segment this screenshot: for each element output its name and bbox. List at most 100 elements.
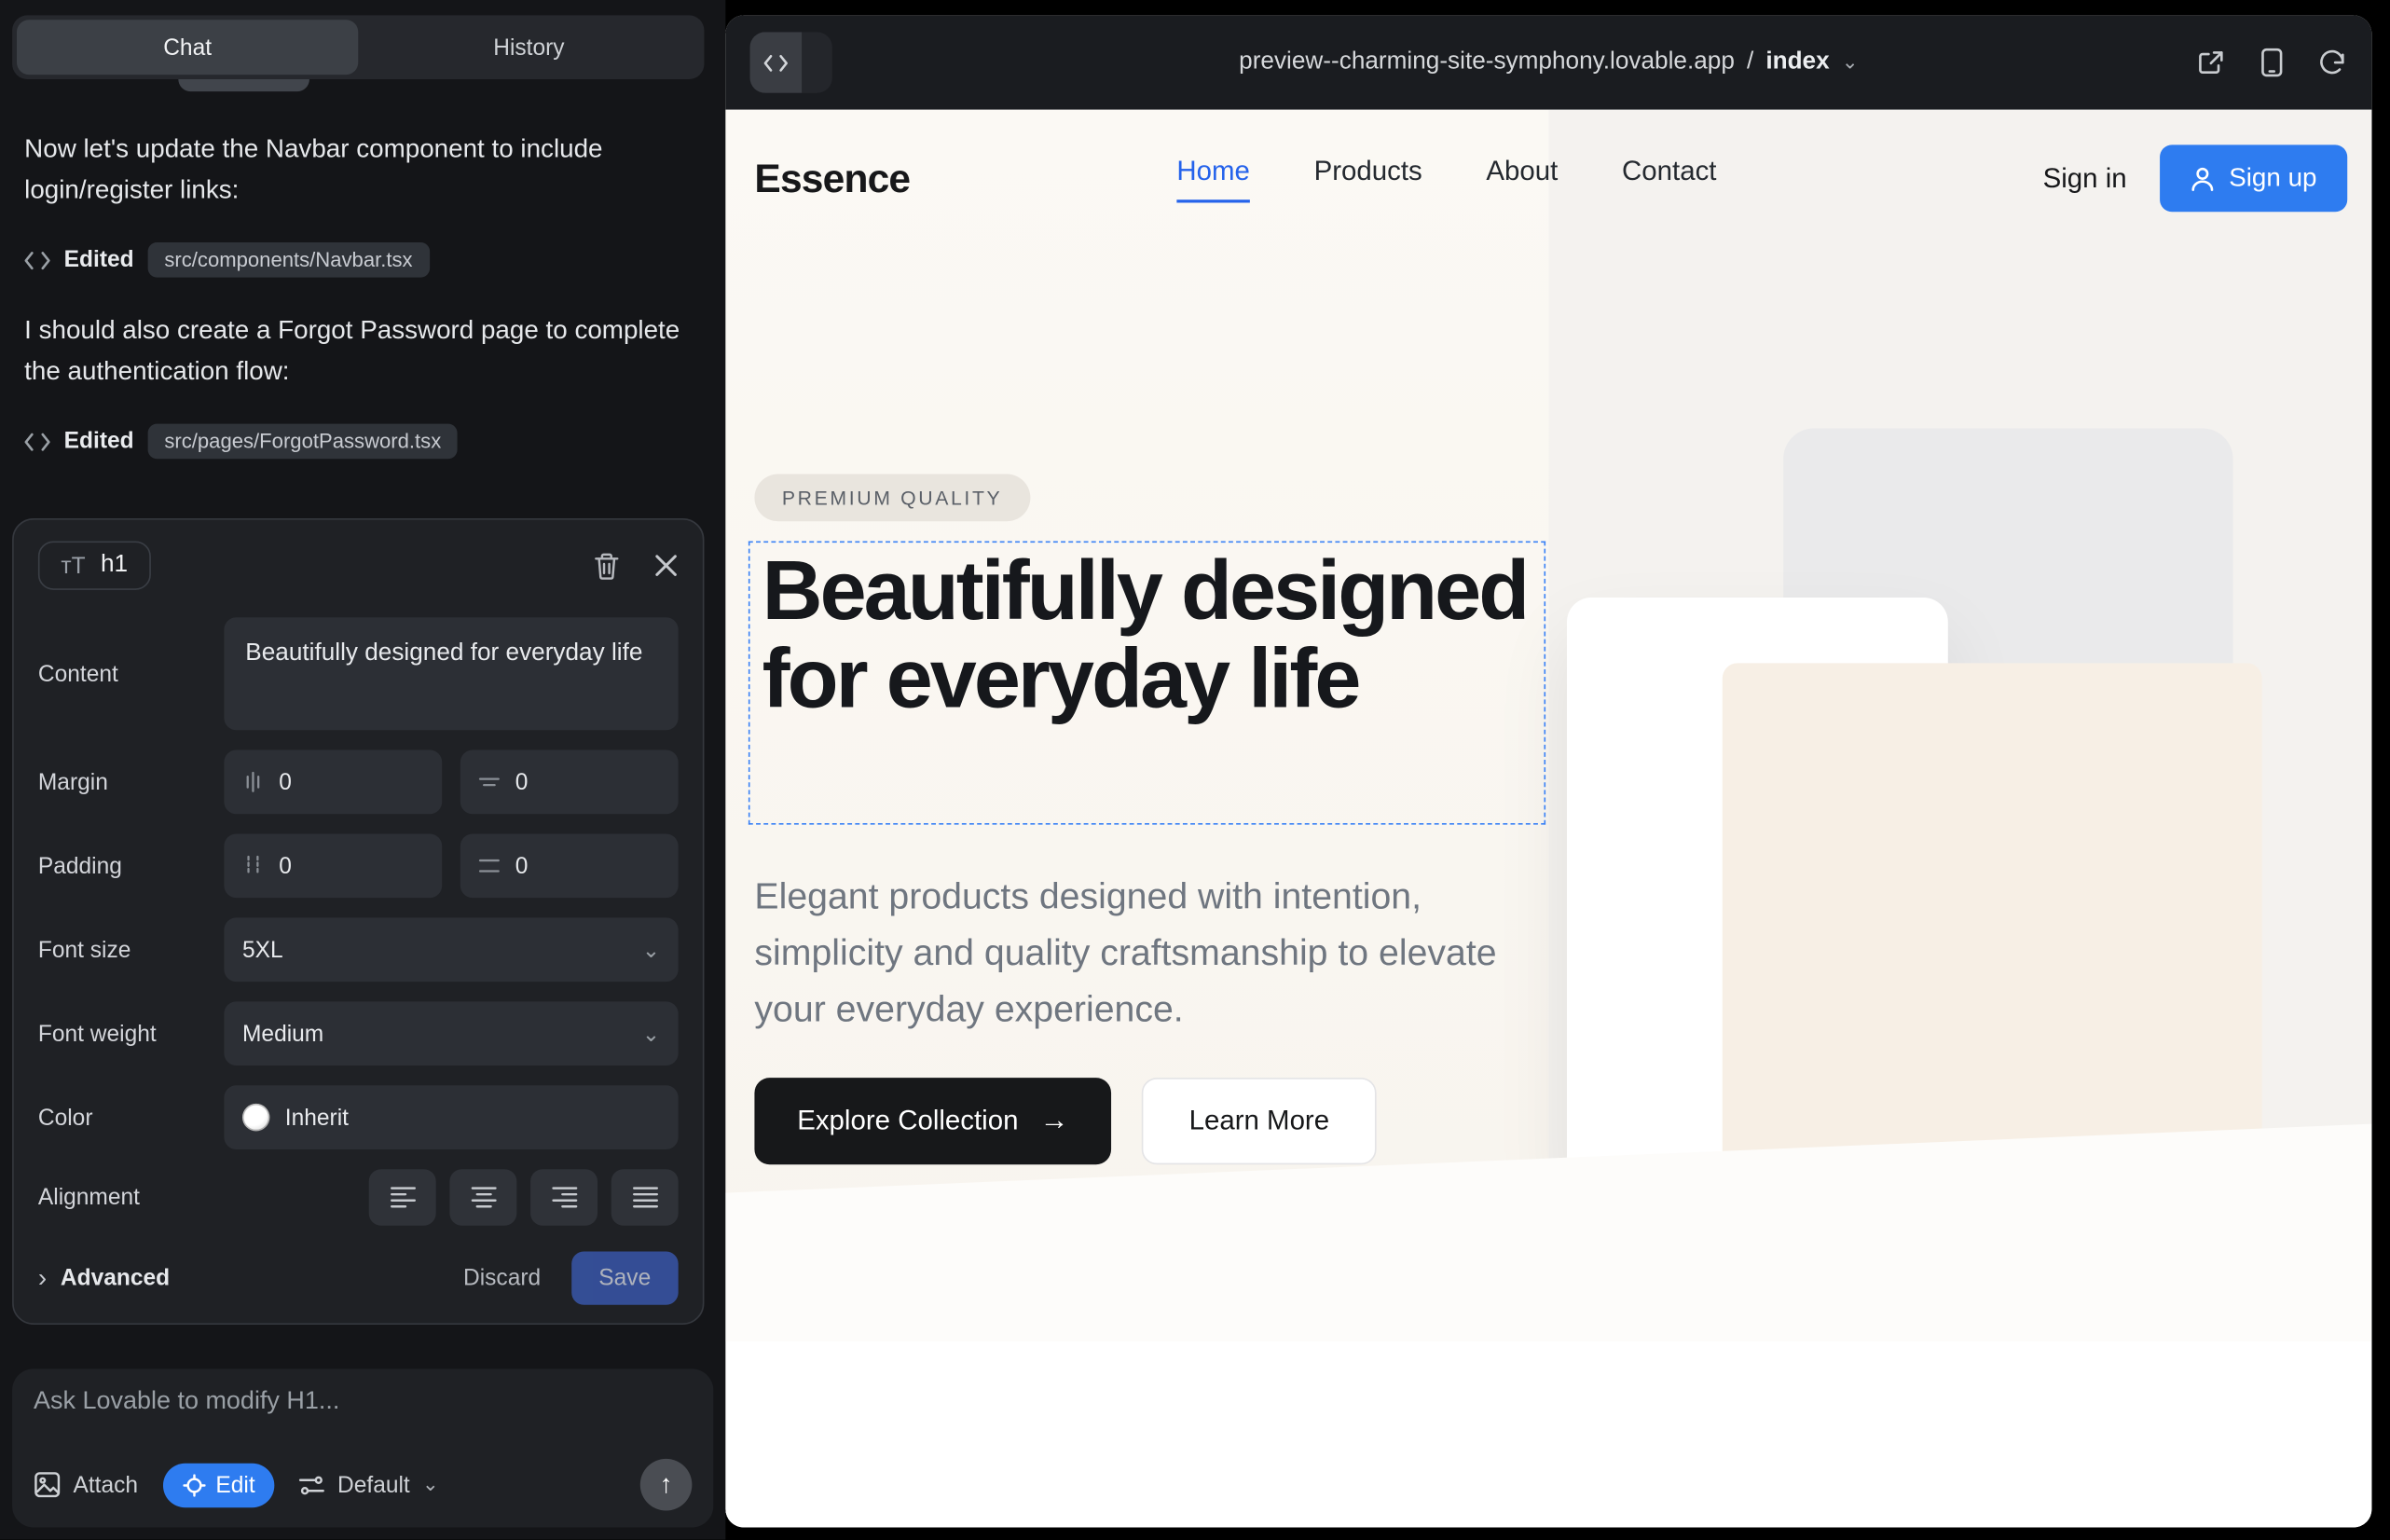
model-default-button[interactable]: Default ⌄ [299, 1472, 439, 1498]
site-body-area [725, 1341, 2371, 1527]
edited-file-chip[interactable]: src/components/Navbar.tsx [147, 242, 429, 278]
align-left-icon [390, 1186, 416, 1209]
chevron-down-icon: ⌄ [642, 937, 660, 963]
nav-link-contact[interactable]: Contact [1622, 155, 1716, 202]
edit-mode-button[interactable]: Edit [162, 1463, 275, 1506]
hero-paragraph: Elegant products designed with intention… [754, 869, 1517, 1038]
selected-element-pill[interactable]: тT h1 [38, 541, 151, 589]
code-icon [24, 431, 50, 452]
save-button[interactable]: Save [571, 1252, 679, 1305]
hero-section: PREMIUM QUALITY Beautifully designed for… [725, 110, 2371, 1341]
color-swatch-icon [242, 1104, 269, 1131]
margin-vertical-input[interactable]: 0 [224, 750, 442, 815]
color-select[interactable]: Inherit [224, 1085, 678, 1149]
url-bar[interactable]: preview--charming-site-symphony.lovable.… [1239, 48, 1858, 76]
chevron-down-icon: ⌄ [422, 1473, 439, 1497]
align-left-button[interactable] [369, 1169, 436, 1226]
tab-chat[interactable]: Chat [17, 20, 358, 75]
premium-badge: PREMIUM QUALITY [754, 474, 1029, 522]
chat-composer: Attach Edit Default ⌄ [12, 1368, 713, 1527]
margin-vertical-value: 0 [279, 769, 292, 795]
trash-icon [593, 551, 620, 580]
hero-heading[interactable]: Beautifully designed for everyday life [762, 545, 1532, 722]
sliders-icon [299, 1473, 325, 1496]
send-button[interactable]: ↑ [640, 1459, 693, 1511]
selected-element-tag: h1 [101, 552, 128, 579]
sign-up-button[interactable]: Sign up [2161, 144, 2348, 212]
chat-message: I should also create a Forgot Password p… [24, 309, 680, 392]
explore-collection-button[interactable]: Explore Collection → [754, 1078, 1111, 1164]
typography-icon: тT [61, 553, 85, 579]
horizontal-padding-icon [478, 855, 500, 876]
font-size-select[interactable]: 5XL ⌄ [224, 917, 678, 982]
chevron-down-icon: ⌄ [1842, 50, 1859, 75]
edited-label: Edited [64, 428, 134, 454]
device-mobile-icon [2260, 48, 2284, 78]
nav-links: Home Products About Contact [1176, 155, 1716, 202]
alignment-field-label: Alignment [38, 1185, 224, 1211]
padding-vertical-input[interactable]: 0 [224, 833, 442, 898]
padding-field-label: Padding [38, 853, 224, 879]
edited-file-row: Edited src/pages/ForgotPassword.tsx [24, 424, 694, 460]
chat-messages: Now let's update the Navbar component to… [24, 128, 694, 490]
site-preview: PREMIUM QUALITY Beautifully designed for… [725, 110, 2371, 1528]
close-icon [654, 554, 679, 578]
align-justify-button[interactable] [611, 1169, 679, 1226]
color-field-label: Color [38, 1105, 224, 1131]
chevron-down-icon: ⌄ [642, 1021, 660, 1047]
advanced-toggle[interactable]: › Advanced [38, 1263, 170, 1294]
color-value: Inherit [285, 1105, 349, 1131]
edit-label: Edit [215, 1472, 254, 1498]
nav-link-products[interactable]: Products [1314, 155, 1422, 202]
horizontal-spacing-icon [478, 771, 500, 792]
chat-input[interactable] [34, 1387, 692, 1439]
vertical-padding-icon [242, 855, 264, 876]
advanced-label: Advanced [61, 1265, 170, 1291]
font-weight-value: Medium [242, 1021, 323, 1047]
attach-button[interactable]: Attach [34, 1471, 138, 1498]
edited-file-chip[interactable]: src/pages/ForgotPassword.tsx [147, 424, 458, 460]
edited-file-row: Edited src/components/Navbar.tsx [24, 242, 694, 278]
target-icon [182, 1473, 205, 1496]
page-name: index [1765, 48, 1829, 76]
learn-more-button[interactable]: Learn More [1142, 1078, 1377, 1164]
margin-horizontal-value: 0 [515, 769, 529, 795]
nav-link-about[interactable]: About [1486, 155, 1558, 202]
align-center-icon [470, 1186, 496, 1209]
open-in-new-tab-button[interactable] [2196, 48, 2225, 77]
code-icon [24, 249, 50, 270]
preview-window: preview--charming-site-symphony.lovable.… [725, 15, 2371, 1527]
attach-label: Attach [73, 1472, 138, 1498]
code-icon [763, 52, 788, 72]
arrow-right-icon: → [1039, 1105, 1068, 1138]
font-size-label: Font size [38, 937, 224, 963]
user-icon [2191, 165, 2215, 191]
margin-field-label: Margin [38, 769, 224, 795]
chat-message: Now let's update the Navbar component to… [24, 128, 680, 210]
margin-horizontal-input[interactable]: 0 [460, 750, 679, 815]
content-field-label: Content [38, 661, 224, 687]
tab-history[interactable]: History [358, 20, 699, 75]
font-weight-select[interactable]: Medium ⌄ [224, 1001, 678, 1066]
selected-element-outline[interactable]: Beautifully designed for everyday life [749, 541, 1545, 824]
element-inspector: тT h1 [12, 518, 704, 1325]
delete-element-button[interactable] [593, 551, 620, 580]
explore-collection-label: Explore Collection [797, 1106, 1018, 1137]
mobile-view-button[interactable] [2260, 48, 2284, 78]
sign-in-button[interactable]: Sign in [2043, 162, 2127, 194]
discard-button[interactable]: Discard [463, 1265, 541, 1291]
refresh-button[interactable] [2318, 48, 2347, 77]
align-right-button[interactable] [530, 1169, 598, 1226]
browser-toolbar: preview--charming-site-symphony.lovable.… [725, 15, 2371, 109]
code-view-toggle[interactable] [750, 32, 832, 92]
align-center-button[interactable] [449, 1169, 516, 1226]
font-size-value: 5XL [242, 937, 283, 963]
nav-link-home[interactable]: Home [1176, 155, 1250, 202]
path-separator: / [1747, 48, 1753, 76]
padding-vertical-value: 0 [279, 853, 292, 879]
padding-horizontal-input[interactable]: 0 [460, 833, 679, 898]
panel-tabs: Chat History [12, 15, 704, 79]
site-logo[interactable]: Essence [754, 155, 910, 202]
close-inspector-button[interactable] [654, 554, 679, 578]
content-input[interactable]: Beautifully designed for everyday life [224, 617, 678, 730]
